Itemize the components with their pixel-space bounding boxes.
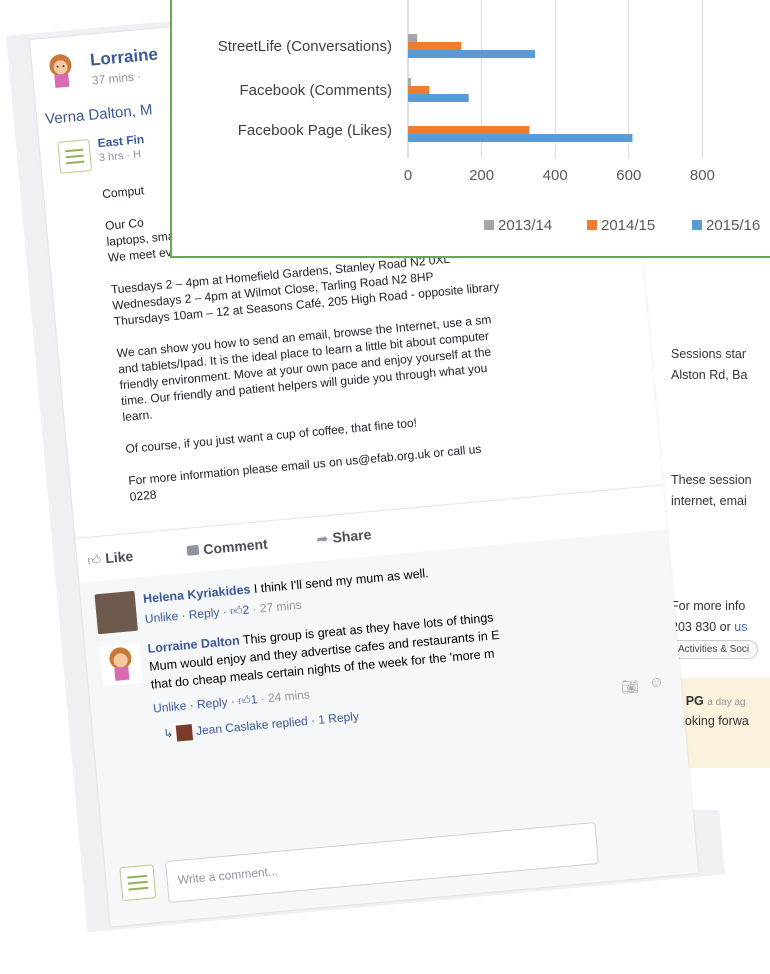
category-tag[interactable]: Activities & Soci bbox=[669, 640, 759, 659]
jean-avatar bbox=[176, 724, 194, 742]
group-comment-avatar bbox=[119, 864, 157, 902]
comment-2-likes: 1 bbox=[250, 692, 258, 707]
share-label: Share bbox=[331, 526, 373, 546]
more-info-line: For more info bbox=[671, 599, 746, 613]
camera-icon[interactable]: 📷︎ bbox=[620, 678, 639, 697]
comment-2-reply[interactable]: Reply bbox=[196, 695, 228, 712]
comment-1-time: 27 mins bbox=[259, 597, 303, 616]
bar-2013-14-1 bbox=[408, 34, 418, 42]
bar-2014-15-2 bbox=[408, 86, 430, 94]
group-avatar[interactable] bbox=[57, 139, 93, 174]
comment-button[interactable]: Comment bbox=[186, 536, 268, 561]
thumbs-up-icon: 👍︎ bbox=[86, 551, 102, 568]
comment-1-unlike[interactable]: Unlike bbox=[144, 609, 178, 626]
bar-2015-16-3 bbox=[408, 134, 633, 142]
phone-line: 203 830 or us bbox=[671, 617, 747, 638]
write-comment-placeholder: Write a comment... bbox=[177, 863, 279, 888]
category-label: StreetLife (Conversations) bbox=[218, 38, 392, 55]
engagement-bar-chart: 0200400600800TweetsStreetLife (Conversat… bbox=[218, 0, 760, 234]
pg-name[interactable]: PG bbox=[686, 694, 704, 708]
pg-time: a day ag bbox=[707, 697, 746, 708]
comment-1-likes: 2 bbox=[241, 602, 250, 618]
post-author-name[interactable]: Lorraine bbox=[89, 45, 159, 71]
description-line-5: learn. bbox=[121, 407, 154, 425]
contact-line-2: 0228 bbox=[129, 487, 158, 504]
like-count-icon: 👍︎ bbox=[229, 603, 244, 619]
phone-link[interactable]: us bbox=[734, 620, 747, 634]
comment-label: Comment bbox=[202, 535, 269, 558]
helena-avatar[interactable] bbox=[94, 590, 138, 635]
legend-swatch-1 bbox=[587, 220, 597, 230]
phone-prefix: 203 830 or bbox=[671, 620, 735, 634]
reply-arrow-icon: ↳ bbox=[162, 726, 175, 741]
sessions-line-1: Sessions star bbox=[671, 347, 747, 361]
reply-count: 1 Reply bbox=[317, 709, 360, 727]
post-time[interactable]: 37 mins · bbox=[91, 69, 141, 87]
bar-2015-16-2 bbox=[408, 94, 469, 102]
chart-inset: 0200400600800TweetsStreetLife (Conversat… bbox=[170, 0, 770, 258]
bar-2014-15-1 bbox=[408, 42, 462, 50]
comment-1-reply[interactable]: Reply bbox=[188, 605, 220, 622]
x-tick-label: 0 bbox=[404, 167, 412, 184]
comment-2-unlike[interactable]: Unlike bbox=[152, 699, 186, 716]
category-label: Facebook Page (Likes) bbox=[238, 122, 392, 139]
lorraine-comment-avatar[interactable] bbox=[99, 642, 143, 687]
x-tick-label: 600 bbox=[616, 167, 641, 184]
legend-label: 2015/16 bbox=[706, 217, 760, 234]
these-line-2: internet, emai bbox=[671, 494, 747, 508]
x-tick-label: 200 bbox=[469, 167, 494, 184]
group-name[interactable]: East Fin bbox=[97, 132, 145, 150]
like-button[interactable]: 👍︎ Like bbox=[87, 548, 135, 570]
legend-swatch-2 bbox=[692, 220, 702, 230]
comment-icon bbox=[186, 544, 200, 556]
like-count-icon: 👍︎ bbox=[237, 692, 252, 708]
emoji-icon[interactable]: ☺ bbox=[648, 673, 665, 691]
category-label: Facebook (Comments) bbox=[239, 82, 392, 99]
x-tick-label: 400 bbox=[543, 167, 568, 184]
x-tick-label: 800 bbox=[690, 167, 715, 184]
legend-label: 2013/14 bbox=[498, 217, 552, 234]
bar-2014-15-3 bbox=[408, 126, 530, 134]
bar-2015-16-1 bbox=[408, 50, 535, 58]
share-icon: ➦ bbox=[315, 530, 329, 548]
sessions-line-2: Alston Rd, Ba bbox=[671, 368, 748, 382]
paragraph-start: Comput bbox=[101, 183, 145, 202]
like-label: Like bbox=[104, 547, 134, 567]
group-time[interactable]: 3 hrs · H bbox=[98, 148, 141, 164]
legend-label: 2014/15 bbox=[601, 217, 655, 234]
lorraine-avatar[interactable] bbox=[39, 49, 83, 94]
legend-swatch-0 bbox=[484, 220, 494, 230]
share-button[interactable]: ➦ Share bbox=[316, 526, 373, 549]
comment-2-time: 24 mins bbox=[267, 687, 311, 706]
shared-line[interactable]: Verna Dalton, M bbox=[44, 101, 153, 128]
bar-2013-14-2 bbox=[408, 78, 411, 86]
these-line-1: These session bbox=[671, 473, 752, 487]
